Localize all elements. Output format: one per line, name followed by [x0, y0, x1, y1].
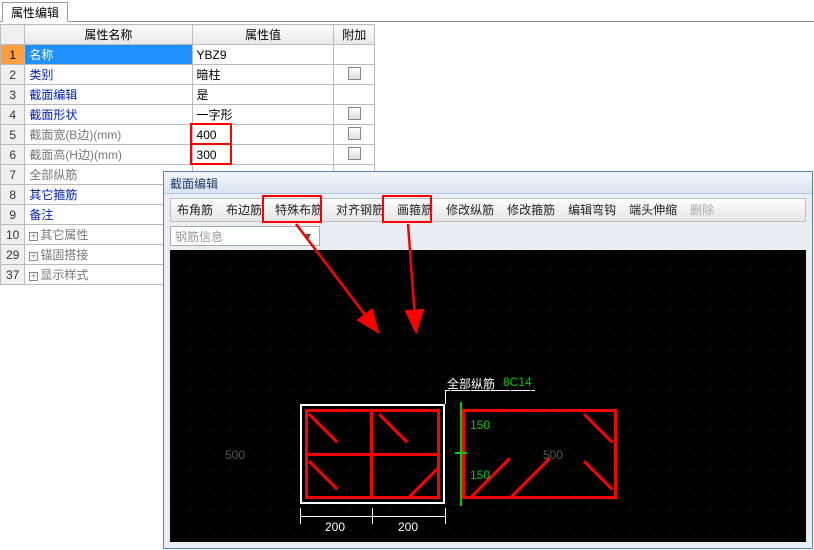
- dim-bar-v: [460, 402, 462, 506]
- expand-icon[interactable]: +: [29, 272, 38, 281]
- prop-value[interactable]: YBZ9: [192, 45, 334, 65]
- prop-value[interactable]: 是: [192, 85, 334, 105]
- expand-icon[interactable]: +: [29, 232, 38, 241]
- section-editor-title: 截面编辑: [164, 172, 812, 194]
- prop-name[interactable]: 截面编辑: [25, 85, 192, 105]
- checkbox-icon[interactable]: [348, 107, 361, 120]
- toolbar-btn-1[interactable]: 布边筋: [220, 199, 269, 221]
- rownum[interactable]: 2: [1, 65, 25, 85]
- rownum[interactable]: 10: [1, 225, 25, 245]
- checkbox-icon[interactable]: [348, 67, 361, 80]
- dim-150b: 150: [470, 468, 490, 482]
- lead: [445, 390, 446, 404]
- expand-icon[interactable]: +: [29, 252, 38, 261]
- rownum[interactable]: 5: [1, 125, 25, 145]
- chevron-down-icon[interactable]: ▾: [301, 229, 315, 243]
- checkbox-icon[interactable]: [348, 147, 361, 160]
- prop-ext[interactable]: [334, 65, 375, 85]
- rebar-info-label: 钢筋信息: [175, 228, 223, 245]
- toolbar-btn-5[interactable]: 修改纵筋: [440, 199, 501, 221]
- prop-value[interactable]: 400: [192, 125, 334, 145]
- rebar-info-combo[interactable]: 钢筋信息 ▾: [170, 226, 320, 246]
- toolbar-btn-8[interactable]: 端头伸缩: [623, 199, 684, 221]
- rownum[interactable]: 9: [1, 205, 25, 225]
- prop-ext[interactable]: [334, 145, 375, 165]
- property-edit-tab[interactable]: 属性编辑: [2, 2, 68, 22]
- prop-name[interactable]: 截面高(H边)(mm): [25, 145, 192, 165]
- toolbar-btn-4[interactable]: 画箍筋: [391, 199, 440, 221]
- toolbar-btn-6[interactable]: 修改箍筋: [501, 199, 562, 221]
- rownum[interactable]: 1: [1, 45, 25, 65]
- dim-200a: 200: [325, 520, 345, 534]
- axis-r: 500: [543, 448, 563, 462]
- axis-l: 500: [225, 448, 245, 462]
- prop-ext[interactable]: [334, 125, 375, 145]
- prop-name[interactable]: 类别: [25, 65, 192, 85]
- section-editor-window: 截面编辑 布角筋布边筋特殊布筋对齐钢筋画箍筋修改纵筋修改箍筋编辑弯钩端头伸缩删除…: [163, 171, 813, 549]
- section-canvas[interactable]: 全部纵筋 8C14 150 150 200 200 500 500: [170, 250, 806, 542]
- dim-tick: [455, 452, 467, 454]
- dim-t: [300, 508, 301, 524]
- label-rebar-spec: 8C14: [503, 375, 532, 389]
- prop-ext[interactable]: [334, 85, 375, 105]
- rownum[interactable]: 37: [1, 265, 25, 285]
- prop-name[interactable]: 名称: [25, 45, 192, 65]
- dim-150a: 150: [470, 418, 490, 432]
- header-name[interactable]: 属性名称: [25, 25, 192, 45]
- prop-ext[interactable]: [334, 105, 375, 125]
- toolbar-btn-0[interactable]: 布角筋: [171, 199, 220, 221]
- section-toolbar: 布角筋布边筋特殊布筋对齐钢筋画箍筋修改纵筋修改箍筋编辑弯钩端头伸缩删除: [170, 198, 806, 222]
- header-rownum: [1, 25, 25, 45]
- dim-200b: 200: [398, 520, 418, 534]
- prop-value[interactable]: 300: [192, 145, 334, 165]
- dim-t: [445, 508, 446, 524]
- prop-name[interactable]: 截面宽(B边)(mm): [25, 125, 192, 145]
- toolbar-btn-7[interactable]: 编辑弯钩: [562, 199, 623, 221]
- toolbar-btn-9: 删除: [684, 199, 721, 221]
- rownum[interactable]: 29: [1, 245, 25, 265]
- rownum[interactable]: 6: [1, 145, 25, 165]
- toolbar-btn-3[interactable]: 对齐钢筋: [330, 199, 391, 221]
- header-ext[interactable]: 附加: [334, 25, 375, 45]
- checkbox-icon[interactable]: [348, 127, 361, 140]
- prop-value[interactable]: 暗柱: [192, 65, 334, 85]
- header-value[interactable]: 属性值: [192, 25, 334, 45]
- rownum[interactable]: 8: [1, 185, 25, 205]
- dim-t: [372, 508, 373, 524]
- toolbar-btn-2[interactable]: 特殊布筋: [269, 199, 330, 221]
- prop-value[interactable]: 一字形: [192, 105, 334, 125]
- rownum[interactable]: 7: [1, 165, 25, 185]
- rownum[interactable]: 3: [1, 85, 25, 105]
- prop-ext[interactable]: [334, 45, 375, 65]
- prop-name[interactable]: 截面形状: [25, 105, 192, 125]
- rownum[interactable]: 4: [1, 105, 25, 125]
